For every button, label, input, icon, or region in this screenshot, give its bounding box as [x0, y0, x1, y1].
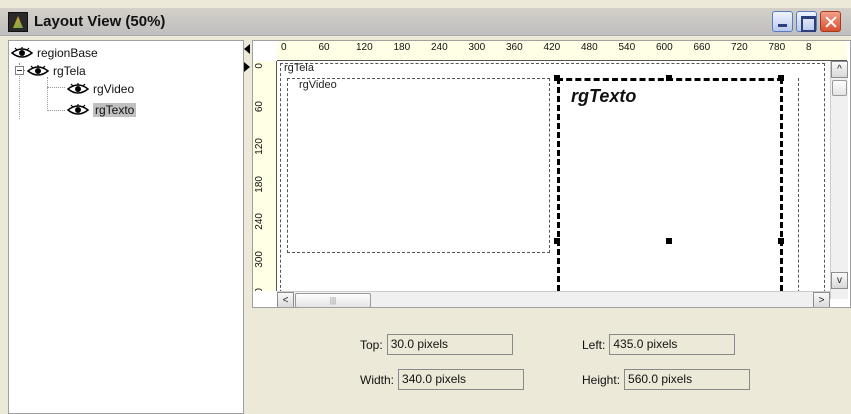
height-label: Height: [582, 372, 621, 387]
collapse-toggle[interactable] [15, 66, 24, 75]
left-label: Left: [582, 337, 606, 352]
vertical-scroll-thumb[interactable] [832, 80, 847, 96]
ruler-tick-label: 180 [393, 42, 411, 53]
title-bar[interactable]: Layout View (50%) [0, 8, 851, 36]
resize-handle[interactable] [666, 238, 672, 244]
resize-handle[interactable] [554, 238, 560, 244]
width-label: Width: [360, 372, 395, 387]
ruler-tick-label: 60 [318, 42, 330, 53]
resize-handle[interactable] [778, 75, 784, 81]
scroll-up-button[interactable]: ^ [831, 61, 848, 78]
horizontal-ruler: 0 60 120 180 240 300 360 420 480 540 600 660 720 780 8 [277, 41, 847, 61]
tree-item-rgvideo[interactable]: rgVideo [67, 81, 134, 97]
ruler-tick-label: 8 [806, 42, 812, 53]
window-title: Layout View (50%) [34, 13, 166, 30]
region-rgtexto[interactable] [557, 78, 783, 307]
vertical-ruler: 0 60 120 180 240 300 360 [253, 61, 277, 291]
height-field[interactable]: 560.0 pixels [624, 369, 751, 390]
scroll-left-button[interactable]: < [277, 292, 294, 307]
ruler-tick-label: 420 [543, 42, 561, 53]
horizontal-scrollbar[interactable]: < ||| > [277, 291, 830, 307]
scroll-right-button[interactable]: > [813, 292, 830, 307]
ruler-tick-label: 660 [693, 42, 711, 53]
region-label: rgTela [284, 62, 314, 74]
region-label: rgVideo [299, 79, 337, 91]
region-label-selected: rgTexto [571, 86, 637, 106]
ruler-tick-label: 360 [254, 288, 265, 291]
eye-icon [11, 47, 33, 59]
ruler-tick-label: 120 [254, 138, 265, 155]
left-property: Left: 435.0 pixels [582, 334, 736, 355]
ruler-tick-label: 240 [254, 213, 265, 230]
maximize-button[interactable] [796, 11, 817, 32]
ruler-tick-label: 540 [618, 42, 636, 53]
tree-line [47, 110, 65, 111]
ruler-tick-label: 720 [731, 42, 748, 53]
ruler-tick-label: 60 [254, 100, 265, 112]
tree-line [47, 77, 48, 111]
tree-item-regionbase[interactable]: regionBase [11, 45, 98, 61]
ruler-tick-label: 0 [254, 63, 265, 69]
ruler-tick-label: 780 [768, 42, 786, 53]
ruler-tick-label: 180 [254, 175, 265, 193]
horizontal-scroll-thumb[interactable]: ||| [295, 293, 371, 307]
eye-icon [27, 65, 49, 77]
collapse-left-arrow-icon[interactable] [244, 44, 250, 54]
expand-right-arrow-icon[interactable] [244, 62, 250, 72]
resize-handle[interactable] [554, 75, 560, 81]
tree-item-label: regionBase [37, 46, 98, 60]
tree-item-rgtela[interactable]: rgTela [27, 63, 86, 79]
tree-item-label: rgVideo [93, 82, 135, 96]
width-property: Width: 340.0 pixels [360, 369, 525, 390]
layout-view-window: Layout View (50%) regionBase rgTela rgVi… [0, 0, 851, 414]
minimize-button[interactable] [772, 11, 793, 32]
region-properties-panel: Top: 30.0 pixels Left: 435.0 pixels Widt… [252, 312, 851, 414]
app-icon [8, 12, 28, 32]
ruler-tick-label: 240 [431, 42, 448, 53]
ruler-tick-label: 480 [581, 42, 598, 53]
resize-handle[interactable] [778, 238, 784, 244]
ruler-tick-label: 600 [656, 42, 673, 53]
region-rgvideo[interactable] [287, 78, 550, 253]
layout-canvas[interactable]: 0 60 120 180 240 300 360 420 480 540 600 660 720 780 8… [252, 40, 851, 308]
left-field[interactable]: 435.0 pixels [609, 334, 736, 355]
resize-handle[interactable] [666, 75, 672, 81]
ruler-tick-label: 0 [281, 42, 287, 53]
ruler-tick-label: 360 [506, 42, 523, 53]
ruler-tick-label: 300 [254, 250, 265, 268]
vertical-scrollbar[interactable]: ^ v [830, 61, 848, 299]
region-edge [798, 78, 799, 307]
scroll-down-button[interactable]: v [831, 272, 848, 289]
ruler-tick-label: 120 [356, 42, 373, 53]
height-property: Height: 560.0 pixels [582, 369, 751, 390]
eye-icon [67, 83, 89, 95]
ruler-tick-label: 300 [468, 42, 486, 53]
close-button[interactable] [820, 11, 841, 32]
top-label: Top: [360, 337, 383, 352]
eye-icon [67, 104, 89, 116]
tree-line [47, 87, 65, 88]
region-tree: regionBase rgTela rgVideo rgTexto [8, 40, 244, 414]
tree-item-rgtexto[interactable]: rgTexto [67, 102, 137, 118]
tree-item-label: rgTela [53, 64, 86, 78]
top-field[interactable]: 30.0 pixels [386, 334, 513, 355]
width-field[interactable]: 340.0 pixels [398, 369, 525, 390]
tree-item-label: rgTexto [93, 103, 137, 117]
top-property: Top: 30.0 pixels [360, 334, 513, 355]
